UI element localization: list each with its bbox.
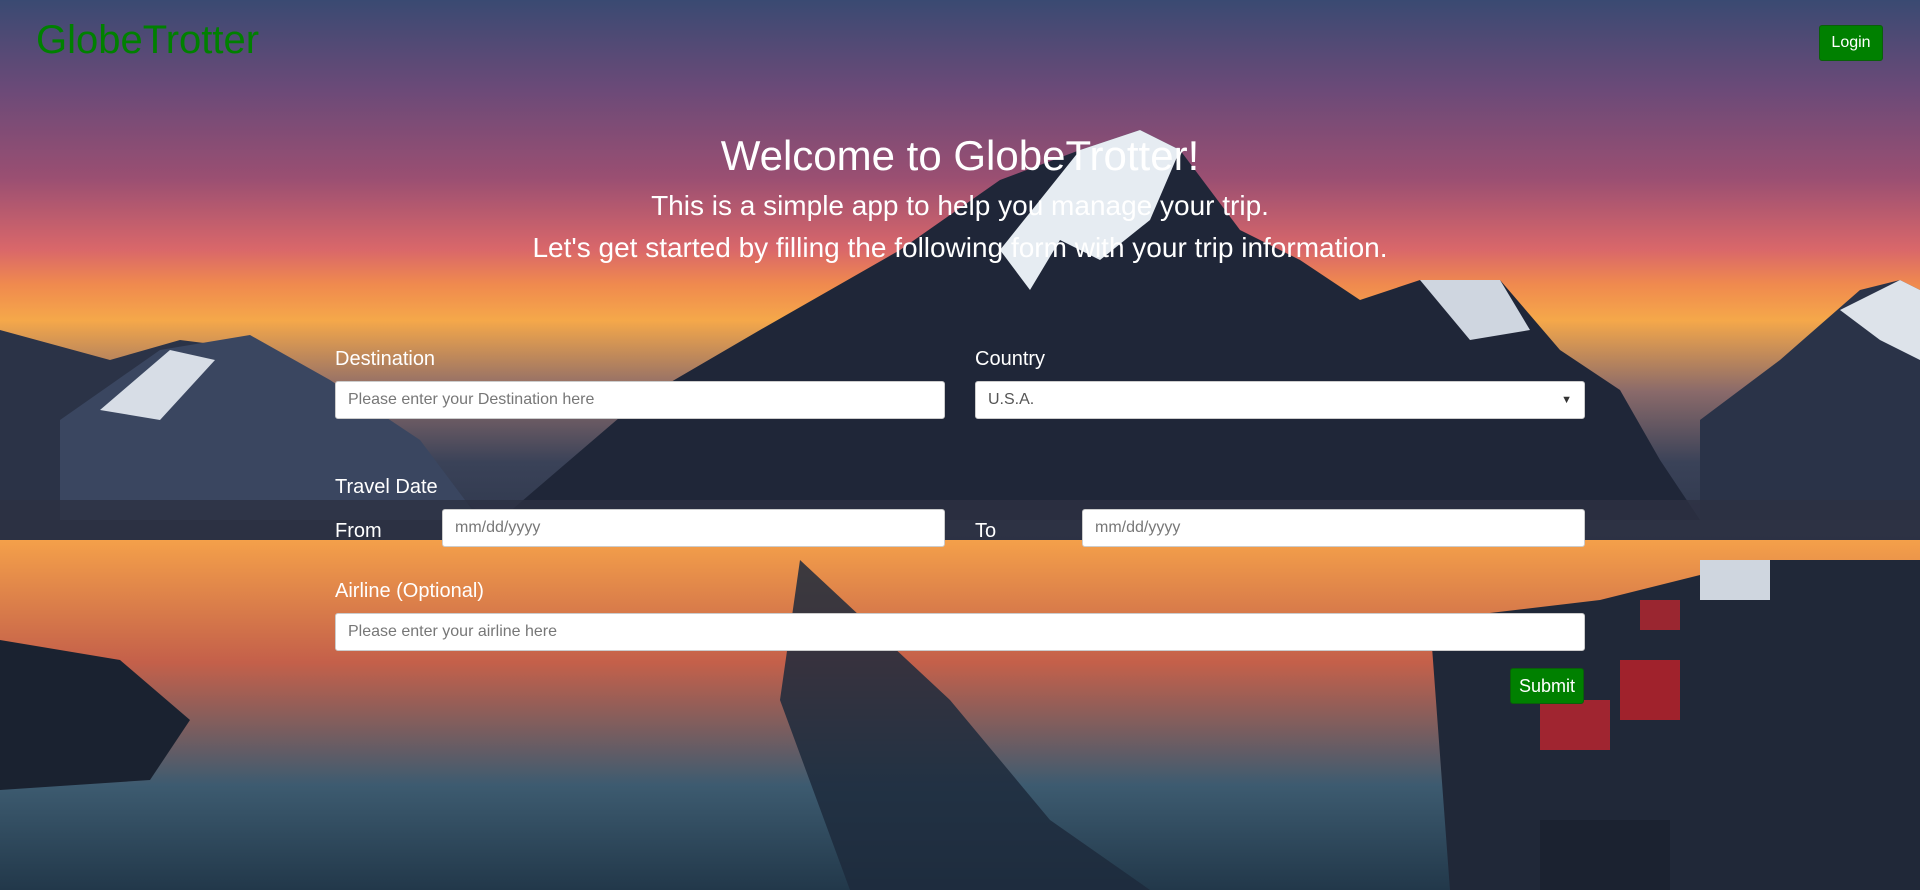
to-label: To: [975, 520, 997, 542]
chevron-down-icon: ▼: [1561, 394, 1572, 406]
airline-input[interactable]: [335, 613, 1585, 651]
brand-logo[interactable]: GlobeTrotter: [36, 18, 259, 63]
from-label: From: [335, 520, 382, 542]
intro-text-line-2: Let's get started by filling the followi…: [532, 232, 1388, 263]
airline-label: Airline (Optional): [335, 580, 484, 602]
destination-label: Destination: [335, 348, 436, 370]
travel-date-label: Travel Date: [335, 476, 438, 498]
login-button[interactable]: Login: [1819, 25, 1883, 61]
submit-button[interactable]: Submit: [1510, 668, 1584, 704]
intro-text-line-1: This is a simple app to help you manage …: [651, 190, 1269, 221]
country-selected-value: U.S.A.: [988, 391, 1035, 408]
country-label: Country: [975, 348, 1046, 370]
to-date-input[interactable]: [1082, 509, 1585, 547]
from-date-input[interactable]: [442, 509, 945, 547]
destination-input[interactable]: [335, 381, 945, 419]
page: GlobeTrotter Login Welcome to GlobeTrott…: [0, 0, 1920, 890]
country-select-box[interactable]: U.S.A. ▼: [975, 381, 1585, 419]
country-select[interactable]: U.S.A. ▼: [975, 381, 1585, 419]
page-title: Welcome to GlobeTrotter!: [720, 132, 1200, 179]
